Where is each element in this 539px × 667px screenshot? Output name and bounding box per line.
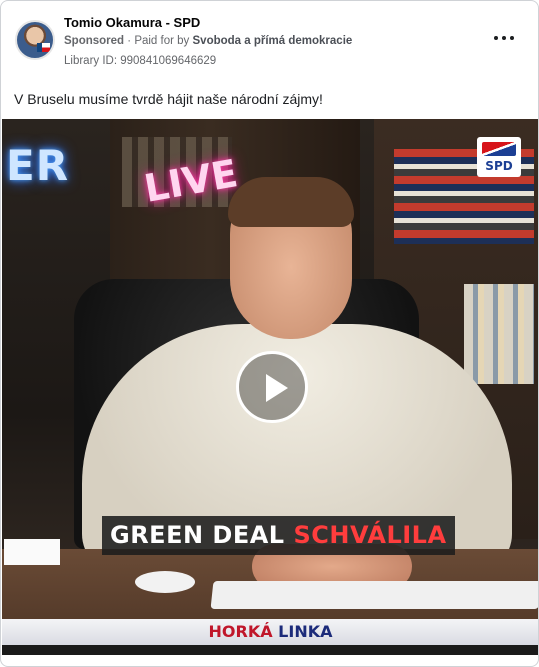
- page-avatar[interactable]: [15, 20, 55, 60]
- neon-sign-er: ER: [6, 141, 70, 190]
- speaker-hair: [228, 177, 354, 227]
- show-title-bar: HORKÁ LINKA: [2, 619, 538, 645]
- lower-third-caption: GREEN DEAL SCHVÁLILA: [102, 516, 455, 555]
- payer-name[interactable]: Svoboda a přímá demokracie: [193, 35, 353, 47]
- computer-mouse: [135, 571, 195, 593]
- lower-third-red-text: SCHVÁLILA: [293, 521, 447, 549]
- play-icon[interactable]: [236, 351, 308, 423]
- show-title-part2: LINKA: [278, 622, 333, 641]
- video-bottom-strip: [2, 645, 538, 655]
- sponsored-label: Sponsored: [64, 35, 125, 47]
- books-row-lower: [464, 284, 534, 384]
- video-player[interactable]: SPD ER LIVE GREEN DEAL SCHVÁLILA HORKÁ L…: [2, 119, 538, 655]
- flag-badge-icon: [37, 43, 50, 52]
- desk-paper: [4, 539, 60, 565]
- keyboard: [210, 581, 538, 609]
- paid-for-prefix: Paid for by: [134, 35, 190, 47]
- meta-separator: ·: [127, 35, 132, 47]
- ad-card: Tomio Okamura - SPD Sponsored · Paid for…: [0, 0, 539, 667]
- more-options-icon[interactable]: [494, 33, 514, 43]
- spd-logo: SPD: [477, 137, 521, 177]
- post-header: Tomio Okamura - SPD Sponsored · Paid for…: [15, 15, 524, 75]
- page-name[interactable]: Tomio Okamura - SPD: [64, 15, 200, 30]
- lower-third-white-text: GREEN DEAL: [110, 521, 285, 549]
- ad-meta: Sponsored · Paid for by Svoboda a přímá …: [64, 35, 352, 47]
- library-id: Library ID: 990841069646629: [64, 55, 217, 67]
- post-caption: V Bruselu musíme tvrdě hájit naše národn…: [14, 91, 323, 107]
- show-title-part1: HORKÁ: [208, 622, 273, 641]
